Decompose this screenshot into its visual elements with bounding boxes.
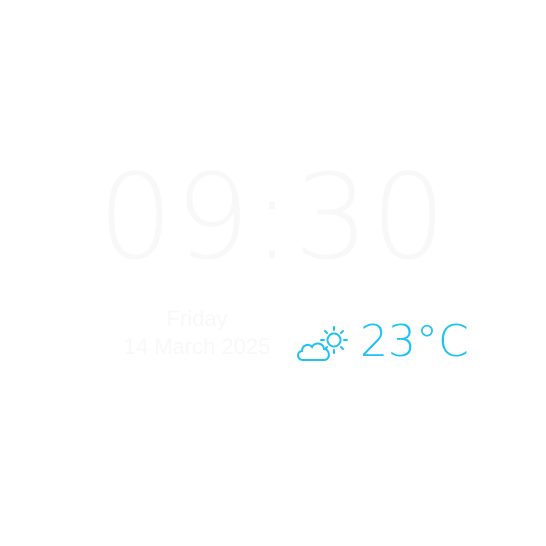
lock-screen: 09:30 Friday 14 March 2025 23°C (0, 0, 546, 546)
date-text: 14 March 2025 (123, 334, 271, 359)
temperature-value: 23°C (360, 316, 469, 367)
day-of-week: Friday (166, 306, 228, 331)
weather-widget: 23°C (294, 317, 469, 367)
partly-cloudy-icon (294, 318, 354, 366)
date-block: Friday 14 March 2025 (112, 305, 282, 361)
clock-time: 09:30 (97, 148, 449, 286)
